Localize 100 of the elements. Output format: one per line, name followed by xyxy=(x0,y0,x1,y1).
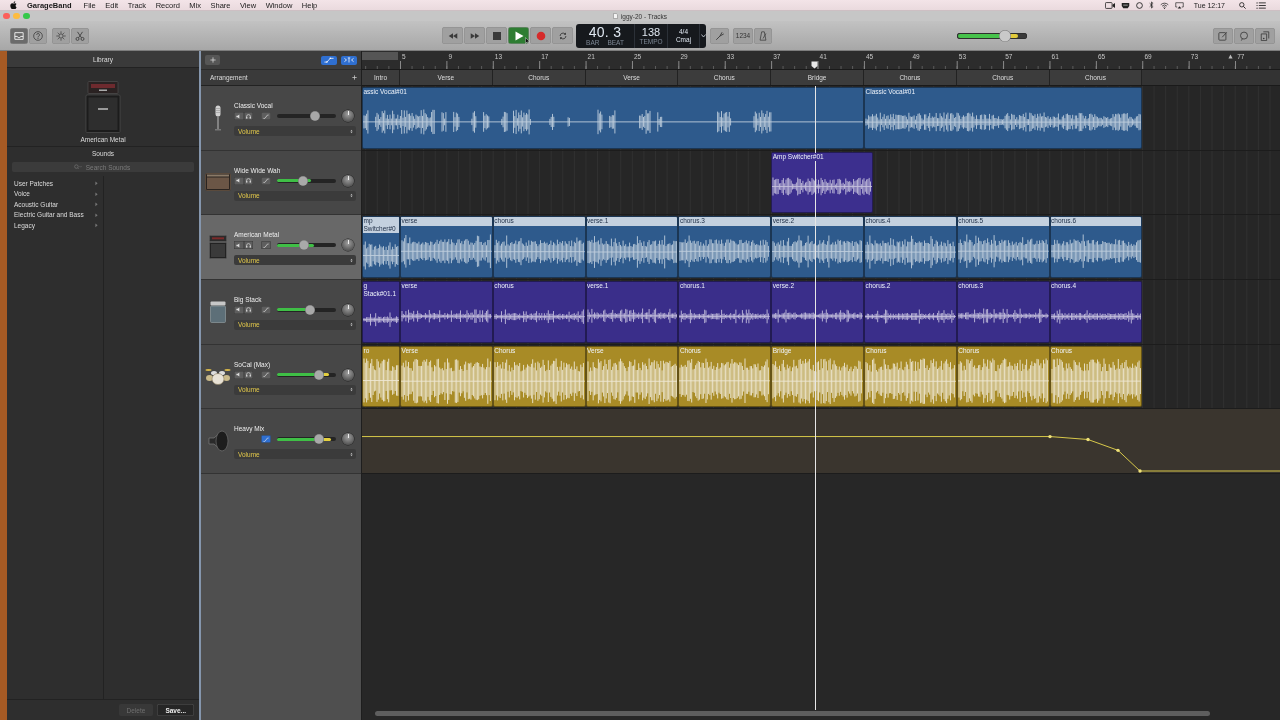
volume-slider[interactable] xyxy=(277,307,336,312)
browser-button[interactable] xyxy=(1255,27,1275,44)
volume-slider[interactable] xyxy=(277,178,336,183)
lcd-menu-button[interactable] xyxy=(699,23,706,48)
updown-chevron-icon xyxy=(350,257,353,263)
loops-button[interactable] xyxy=(1234,27,1254,44)
play-icon xyxy=(513,30,524,41)
loop-icon xyxy=(1239,30,1249,41)
mute-button[interactable] xyxy=(234,112,244,120)
automation-point[interactable] xyxy=(1086,438,1090,442)
volume-slider[interactable] xyxy=(277,372,336,377)
video-camera-icon[interactable] xyxy=(1104,1,1115,9)
horizontal-scrollbar[interactable] xyxy=(375,711,1210,716)
headphones-icon xyxy=(245,242,251,248)
solo-button[interactable] xyxy=(243,305,253,314)
headphones-icon xyxy=(245,178,251,184)
solo-button[interactable] xyxy=(243,241,253,250)
curve-icon xyxy=(263,307,269,313)
add-track-button[interactable] xyxy=(205,55,220,65)
apple-icon[interactable] xyxy=(10,0,17,10)
updown-chevron-icon xyxy=(350,193,353,199)
smart-controls-button[interactable] xyxy=(52,27,70,44)
catch-button[interactable] xyxy=(341,55,357,65)
tray-icon xyxy=(14,30,24,41)
automation-button[interactable] xyxy=(261,241,271,250)
add-marker-button[interactable] xyxy=(351,74,358,81)
curve-icon xyxy=(324,57,334,63)
pan-knob[interactable] xyxy=(342,303,354,316)
rewind-button[interactable] xyxy=(442,27,463,44)
amp-cabinet-icon xyxy=(209,300,226,323)
microphone-icon xyxy=(213,104,222,131)
pan-knob[interactable] xyxy=(342,110,354,122)
volume-thumb[interactable] xyxy=(298,176,308,186)
notes-button[interactable] xyxy=(1213,27,1233,44)
automation-button[interactable] xyxy=(261,305,271,314)
tuner-button[interactable] xyxy=(710,27,729,44)
volume-thumb[interactable] xyxy=(305,305,315,315)
search-icon xyxy=(74,164,82,170)
document-icon xyxy=(612,13,618,19)
stop-button[interactable] xyxy=(486,27,507,44)
dial-icon xyxy=(56,30,66,41)
bluetooth-icon[interactable] xyxy=(1148,1,1154,9)
pan-knob[interactable] xyxy=(342,239,354,252)
volume-thumb[interactable] xyxy=(299,240,309,250)
automation-button[interactable] xyxy=(261,435,271,444)
volume-thumb[interactable] xyxy=(999,30,1011,41)
pan-knob[interactable] xyxy=(342,368,354,381)
notepad-icon xyxy=(1218,30,1228,41)
solo-button[interactable] xyxy=(243,176,253,185)
cycle-button[interactable] xyxy=(552,27,573,44)
volume-thumb[interactable] xyxy=(314,434,324,444)
fast-forward-icon xyxy=(469,30,480,41)
metronome-button[interactable] xyxy=(754,27,772,44)
library-button[interactable] xyxy=(10,27,28,44)
cycle-icon xyxy=(557,30,568,41)
automation-point[interactable] xyxy=(1138,469,1142,473)
volume-thumb[interactable] xyxy=(310,111,320,121)
speaker-icon xyxy=(236,372,242,378)
mute-button[interactable] xyxy=(234,241,244,250)
rewind-icon xyxy=(447,30,458,41)
mute-button[interactable] xyxy=(234,176,244,185)
scissors-icon xyxy=(75,30,85,41)
converge-arrows-icon xyxy=(344,57,354,63)
play-button[interactable] xyxy=(508,27,529,44)
tuning-fork-icon xyxy=(714,30,725,41)
curve-icon xyxy=(263,113,269,119)
automation-point[interactable] xyxy=(1116,448,1120,453)
plus-icon xyxy=(209,57,216,63)
automation-curve[interactable] xyxy=(362,436,1280,472)
volume-slider[interactable] xyxy=(277,243,336,248)
volume-slider[interactable] xyxy=(277,114,336,118)
automation-button[interactable] xyxy=(261,370,271,379)
volume-thumb[interactable] xyxy=(314,370,324,380)
circle-icon[interactable] xyxy=(1135,1,1143,9)
pan-knob[interactable] xyxy=(342,433,354,446)
headphones-icon xyxy=(245,307,251,313)
volume-slider[interactable] xyxy=(277,437,336,442)
mute-button[interactable] xyxy=(234,305,244,314)
curve-icon xyxy=(263,372,269,378)
list-icon[interactable] xyxy=(1256,1,1266,9)
editors-button[interactable] xyxy=(71,27,89,44)
search-icon[interactable] xyxy=(1239,1,1246,9)
amp-stack-icon xyxy=(85,81,121,133)
files-icon xyxy=(1260,30,1270,41)
master-volume-slider[interactable] xyxy=(957,32,1027,39)
automation-button[interactable] xyxy=(321,55,337,65)
help-icon xyxy=(33,30,43,41)
mute-button[interactable] xyxy=(234,370,244,379)
forward-button[interactable] xyxy=(464,27,485,44)
automation-button[interactable] xyxy=(261,112,271,120)
marker-icon[interactable] xyxy=(1228,54,1233,59)
help-button[interactable] xyxy=(29,27,47,44)
solo-button[interactable] xyxy=(243,370,253,379)
wifi-icon[interactable] xyxy=(1159,1,1169,9)
automation-point[interactable] xyxy=(1048,435,1052,439)
pan-knob[interactable] xyxy=(342,174,354,187)
box-icon[interactable] xyxy=(1120,1,1130,9)
automation-button[interactable] xyxy=(261,176,271,185)
display-icon[interactable] xyxy=(1174,1,1184,9)
solo-button[interactable] xyxy=(243,112,253,120)
